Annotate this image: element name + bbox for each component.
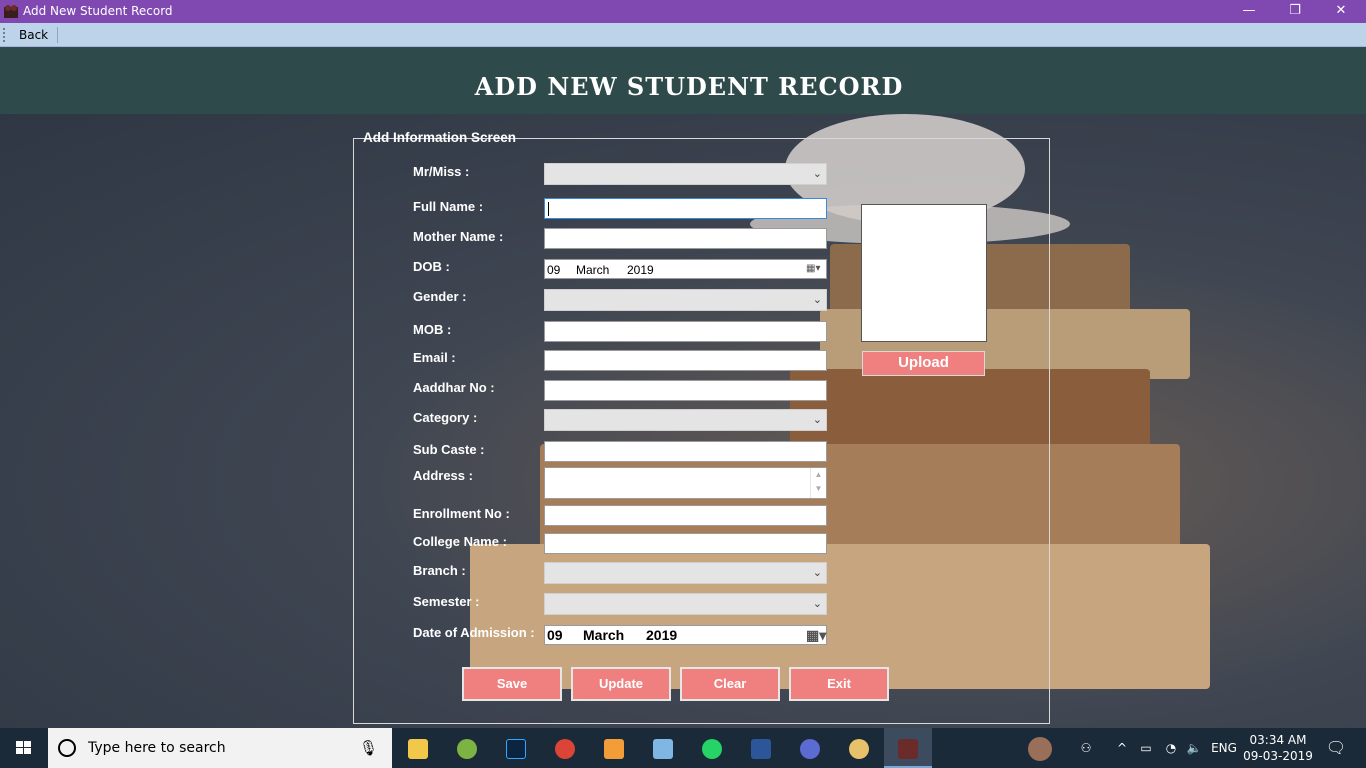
volume-icon[interactable]: 🔈	[1184, 728, 1204, 768]
battery-icon[interactable]: ▭	[1136, 728, 1156, 768]
app-icon	[4, 5, 18, 18]
mother-name-input[interactable]	[544, 228, 827, 249]
chevron-down-icon: ⌄	[812, 293, 822, 306]
branch-label: Branch :	[413, 563, 466, 578]
aadhar-input[interactable]	[544, 380, 827, 401]
full-name-input[interactable]	[544, 198, 827, 219]
gender-select[interactable]: ⌄	[544, 289, 827, 311]
chevron-down-icon: ⌄	[812, 413, 822, 426]
update-button[interactable]: Update	[571, 667, 671, 701]
category-label: Category :	[413, 410, 478, 425]
people-icon[interactable]: ⚇	[1072, 728, 1100, 768]
clock-time: 03:34 AM	[1249, 733, 1307, 747]
toolbar: Back	[0, 23, 1366, 47]
calendar-icon[interactable]: ▦▾	[806, 627, 826, 643]
mob-input[interactable]	[544, 321, 827, 342]
sub-caste-label: Sub Caste :	[413, 442, 485, 457]
scrollbar[interactable]: ▲ ▼	[810, 468, 826, 498]
branch-select[interactable]: ⌄	[544, 562, 827, 584]
notifications-icon[interactable]: 🗨	[1316, 728, 1356, 768]
restore-button[interactable]: ❐	[1272, 0, 1318, 23]
chevron-up-icon[interactable]: ^	[1112, 728, 1132, 768]
chevron-down-icon: ⌄	[812, 167, 822, 180]
admission-datepicker[interactable]: 09 March 2019 ▦▾	[544, 625, 827, 645]
android-studio-icon[interactable]	[443, 728, 491, 768]
window-titlebar: Add New Student Record — ❐ ✕	[0, 0, 1366, 23]
salutation-select[interactable]: ⌄	[544, 163, 827, 185]
college-name-label: College Name :	[413, 534, 507, 549]
admission-day: 09	[547, 627, 563, 643]
dob-datepicker[interactable]: 09 March 2019 ▦▾	[544, 259, 827, 279]
user-avatar[interactable]	[1024, 728, 1056, 768]
dob-year: 2019	[627, 263, 654, 277]
whatsapp-icon[interactable]	[688, 728, 736, 768]
upload-button[interactable]: Upload	[862, 351, 985, 376]
taskbar-search[interactable]: Type here to search 🎙	[48, 728, 392, 768]
windows-icon	[16, 741, 31, 754]
salutation-label: Mr/Miss :	[413, 164, 470, 179]
minimize-button[interactable]: —	[1226, 0, 1272, 23]
paint-icon[interactable]	[835, 728, 883, 768]
wifi-icon[interactable]: ◔	[1160, 728, 1182, 768]
student-app-icon[interactable]	[884, 728, 932, 768]
dob-label: DOB :	[413, 259, 450, 274]
groupbox-title: Add Information Screen	[363, 130, 517, 145]
chevron-down-icon: ⌄	[812, 566, 822, 579]
search-placeholder: Type here to search	[88, 740, 226, 756]
semester-label: Semester :	[413, 594, 480, 609]
search-icon	[58, 739, 76, 757]
chrome-icon[interactable]	[541, 728, 589, 768]
address-textarea[interactable]: ▲ ▼	[544, 467, 827, 499]
exit-button[interactable]: Exit	[789, 667, 889, 701]
infinity-app-icon[interactable]	[786, 728, 834, 768]
admission-month: March	[583, 627, 625, 643]
calendar-icon[interactable]: ▦▾	[806, 263, 822, 275]
gender-label: Gender :	[413, 289, 467, 304]
file-explorer-icon[interactable]	[394, 728, 442, 768]
chevron-down-icon: ⌄	[812, 597, 822, 610]
media-player-icon[interactable]	[590, 728, 638, 768]
email-label: Email :	[413, 350, 456, 365]
enrollment-input[interactable]	[544, 505, 827, 526]
clock-date: 09-03-2019	[1243, 749, 1313, 763]
college-name-input[interactable]	[544, 533, 827, 554]
dob-month: March	[576, 263, 610, 277]
sub-caste-input[interactable]	[544, 441, 827, 462]
aadhar-label: Aaddhar No :	[413, 380, 495, 395]
start-button[interactable]	[0, 728, 48, 768]
dob-day: 09	[547, 263, 561, 277]
back-button[interactable]: Back	[13, 25, 54, 45]
mother-name-label: Mother Name :	[413, 229, 504, 244]
photo-preview	[861, 204, 987, 342]
page-title: ADD NEW STUDENT RECORD	[474, 72, 904, 101]
3d-box-icon[interactable]	[639, 728, 687, 768]
photoshop-icon[interactable]	[492, 728, 540, 768]
close-button[interactable]: ✕	[1318, 0, 1364, 23]
clear-button[interactable]: Clear	[680, 667, 780, 701]
address-label: Address :	[413, 468, 473, 483]
text-caret	[548, 202, 549, 216]
window-title: Add New Student Record	[23, 4, 173, 18]
semester-select[interactable]: ⌄	[544, 593, 827, 615]
category-select[interactable]: ⌄	[544, 409, 827, 431]
word-icon[interactable]	[737, 728, 785, 768]
toolbar-separator	[57, 27, 58, 43]
admission-date-label: Date of Admission :	[413, 625, 535, 640]
clock[interactable]: 03:34 AM 09-03-2019	[1240, 732, 1316, 764]
language-indicator[interactable]: ENG	[1208, 728, 1240, 768]
full-name-label: Full Name :	[413, 199, 484, 214]
enrollment-label: Enrollment No :	[413, 506, 510, 521]
admission-year: 2019	[646, 627, 678, 643]
taskbar: Type here to search 🎙 ⚇ ^ ▭ ◔ 🔈 ENG 03:3…	[0, 728, 1366, 768]
mob-label: MOB :	[413, 322, 452, 337]
email-input[interactable]	[544, 350, 827, 371]
save-button[interactable]: Save	[462, 667, 562, 701]
header-band: ADD NEW STUDENT RECORD	[0, 48, 1366, 114]
microphone-icon[interactable]: 🎙	[359, 739, 378, 757]
toolbar-grip[interactable]	[3, 28, 5, 42]
